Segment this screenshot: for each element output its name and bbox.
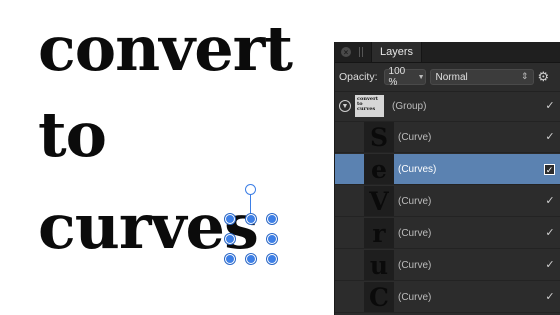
blend-mode-value: Normal <box>435 71 468 83</box>
resize-handle-right[interactable] <box>267 234 277 244</box>
tab-layers[interactable]: Layers <box>371 42 423 62</box>
layer-row[interactable]: C (Curve) ✓ <box>335 282 560 313</box>
visibility-checkbox[interactable]: ✓ <box>545 101 555 112</box>
resize-handle-top-left[interactable] <box>225 214 235 224</box>
layer-row-selected[interactable]: e (Curves) ✓ <box>335 154 560 185</box>
visibility-checkbox[interactable]: ✓ <box>545 196 555 207</box>
canvas-text-line-2[interactable]: to <box>38 104 107 166</box>
layer-name: (Curve) <box>398 131 432 143</box>
layer-thumbnail: r <box>364 218 394 248</box>
visibility-checkbox[interactable]: ✓ <box>545 260 555 271</box>
selection-box[interactable] <box>225 214 277 264</box>
layer-name: (Group) <box>392 100 427 112</box>
layer-row[interactable]: V (Curve) ✓ <box>335 186 560 217</box>
visibility-checkbox[interactable]: ✓ <box>545 228 555 239</box>
resize-handle-left[interactable] <box>225 234 235 244</box>
layer-row[interactable]: r (Curve) ✓ <box>335 218 560 249</box>
layer-name: (Curve) <box>398 195 432 207</box>
resize-handle-top[interactable] <box>246 214 256 224</box>
resize-handle-bottom[interactable] <box>246 254 256 264</box>
resize-handle-top-right[interactable] <box>267 214 277 224</box>
gear-icon[interactable]: ⚙ <box>538 69 550 85</box>
layer-name: (Curve) <box>398 227 432 239</box>
opacity-row: Opacity: 100 % ▼ Normal ⇕ ⚙ <box>335 63 560 92</box>
visibility-checkbox[interactable]: ✓ <box>544 164 555 175</box>
close-icon[interactable]: × <box>341 47 351 57</box>
resize-handle-bottom-left[interactable] <box>225 254 235 264</box>
visibility-checkbox[interactable]: ✓ <box>545 292 555 303</box>
layer-row[interactable]: u (Curve) ✓ <box>335 250 560 281</box>
up-down-chevron-icon: ⇕ <box>520 71 529 81</box>
layer-thumbnail: V <box>364 186 394 216</box>
layers-panel: × Layers Opacity: 100 % ▼ Normal ⇕ ⚙ ▼ c… <box>334 42 560 315</box>
layer-thumbnail: convert to curves <box>355 95 384 117</box>
layer-row[interactable]: S (Curve) ✓ <box>335 122 560 153</box>
layer-name: (Curve) <box>398 259 432 271</box>
visibility-checkbox[interactable]: ✓ <box>545 132 555 143</box>
layer-thumbnail: e <box>364 154 394 184</box>
expand-triangle-icon[interactable]: ▼ <box>339 100 351 112</box>
layer-thumbnail: C <box>364 282 394 312</box>
rotation-handle[interactable] <box>245 184 256 195</box>
drag-grip-icon[interactable] <box>359 47 365 57</box>
layer-thumbnail: S <box>364 122 394 152</box>
layer-name: (Curves) <box>398 163 437 175</box>
opacity-value: 100 % <box>388 66 406 88</box>
canvas-text-line-1[interactable]: convert <box>38 18 293 80</box>
canvas-text-line-3[interactable]: curves <box>38 196 259 258</box>
blend-mode-select[interactable]: Normal ⇕ <box>429 69 534 85</box>
resize-handle-bottom-right[interactable] <box>267 254 277 264</box>
layer-row-group[interactable]: ▼ convert to curves (Group) ✓ <box>335 91 560 122</box>
opacity-field[interactable]: 100 % ▼ <box>383 66 426 88</box>
panel-titlebar: × Layers <box>335 42 560 63</box>
chevron-down-icon: ▼ <box>417 73 425 81</box>
layer-thumbnail: u <box>364 250 394 280</box>
layer-name: (Curve) <box>398 291 432 303</box>
opacity-label: Opacity: <box>339 71 378 83</box>
